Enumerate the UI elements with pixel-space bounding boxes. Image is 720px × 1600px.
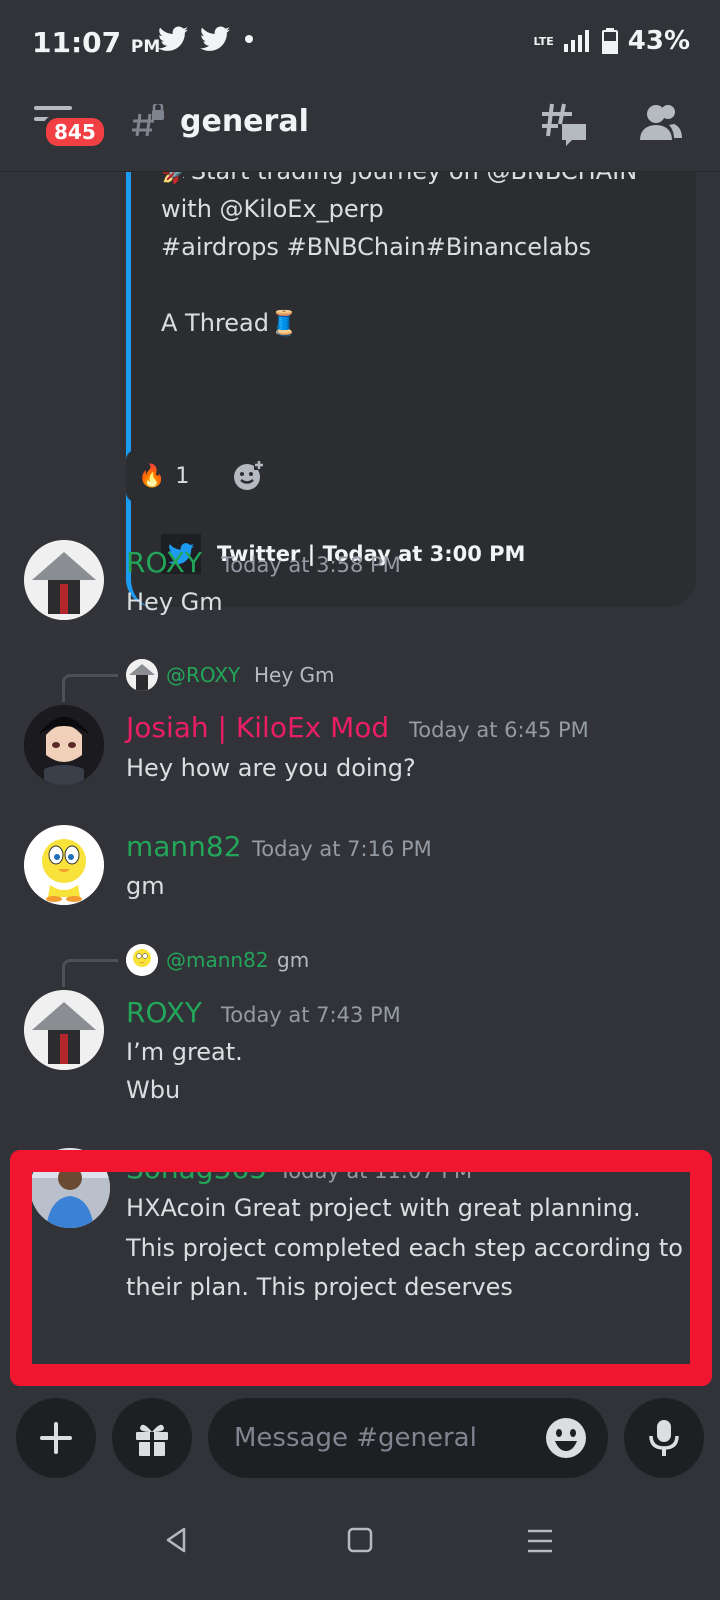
message-timestamp: Today at 6:45 PM	[409, 718, 589, 742]
status-time: 11:07 PM	[32, 26, 161, 59]
microphone-icon	[649, 1420, 679, 1456]
message-username[interactable]: Josiah | KiloEx Mod	[126, 711, 389, 744]
plus-icon	[40, 1422, 72, 1454]
menu-button[interactable]: 845	[34, 102, 108, 152]
add-reaction-button[interactable]	[218, 450, 278, 502]
locked-channel-icon	[130, 101, 166, 144]
threads-icon	[542, 103, 586, 146]
reply-username[interactable]: @mann82	[166, 948, 269, 972]
message-username[interactable]: ROXY	[126, 546, 202, 579]
fire-reaction[interactable]: 🔥 1	[126, 450, 210, 502]
gift-button[interactable]	[112, 1398, 192, 1478]
channel-title: general	[180, 104, 309, 139]
reaction-count: 1	[175, 463, 190, 489]
add-attachment-button[interactable]	[16, 1398, 96, 1478]
home-nav-icon[interactable]	[347, 1527, 373, 1553]
message-text: gm	[126, 872, 165, 900]
voice-message-button[interactable]	[624, 1398, 704, 1478]
recents-nav-icon[interactable]	[526, 1528, 554, 1554]
avatar-mann82[interactable]	[24, 825, 104, 905]
reply-connector	[62, 674, 118, 702]
battery-icon	[601, 28, 618, 54]
reply-avatar	[126, 659, 158, 691]
twitter-embed[interactable]: 🚀Start trading journey on @BNBCHAIN with…	[126, 172, 696, 607]
message-text: Hey how are you doing?	[126, 754, 416, 782]
reply-username[interactable]: @ROXY	[166, 663, 240, 687]
notification-icons	[158, 26, 256, 52]
message-timestamp: Today at 7:16 PM	[252, 837, 432, 861]
avatar-josiah[interactable]	[24, 705, 104, 785]
reaction-emoji: 🔥	[138, 463, 166, 489]
emoji-button[interactable]	[544, 1416, 588, 1464]
message-list[interactable]: 🚀Start trading journey on @BNBCHAIN with…	[0, 172, 720, 1398]
message-text: I’m great.	[126, 1038, 243, 1066]
message-timestamp: Today at 7:43 PM	[221, 1003, 401, 1027]
members-button[interactable]	[636, 100, 684, 152]
status-right: LTE 43%	[534, 26, 690, 56]
threads-button[interactable]	[540, 100, 588, 152]
message-username[interactable]: mann82	[126, 830, 242, 863]
avatar-roxy[interactable]	[24, 540, 104, 620]
message-username[interactable]: ROXY	[126, 996, 202, 1029]
gift-icon	[136, 1424, 168, 1456]
members-icon	[640, 105, 682, 140]
message-text: Wbu	[126, 1076, 181, 1104]
reply-connector	[62, 959, 118, 987]
message-text: Hey Gm	[126, 588, 223, 616]
signal-icon	[563, 30, 589, 52]
dot-icon	[245, 35, 253, 43]
message-input-bar	[0, 1398, 720, 1478]
back-nav-icon[interactable]	[162, 1526, 190, 1554]
reply-avatar	[126, 944, 158, 976]
unread-badge: 845	[42, 114, 108, 150]
channel-header: 845 general	[0, 82, 720, 172]
twitter-notification-icon	[200, 26, 230, 51]
reply-preview[interactable]: Hey Gm	[254, 663, 335, 687]
status-bar: 11:07 PM LTE 43%	[0, 0, 720, 82]
add-reaction-icon	[234, 460, 264, 490]
lte-label: LTE	[533, 34, 554, 48]
highlight-box	[10, 1150, 712, 1386]
system-nav-bar	[0, 1478, 720, 1600]
embed-text: 🚀Start trading journey on @BNBCHAIN with…	[161, 172, 637, 337]
battery-percent: 43%	[627, 26, 690, 56]
reply-preview[interactable]: gm	[277, 948, 309, 972]
avatar-roxy[interactable]	[24, 990, 104, 1070]
twitter-notification-icon	[158, 26, 188, 51]
emoji-icon	[546, 1418, 586, 1458]
message-timestamp: Today at 3:58 PM	[221, 553, 401, 577]
